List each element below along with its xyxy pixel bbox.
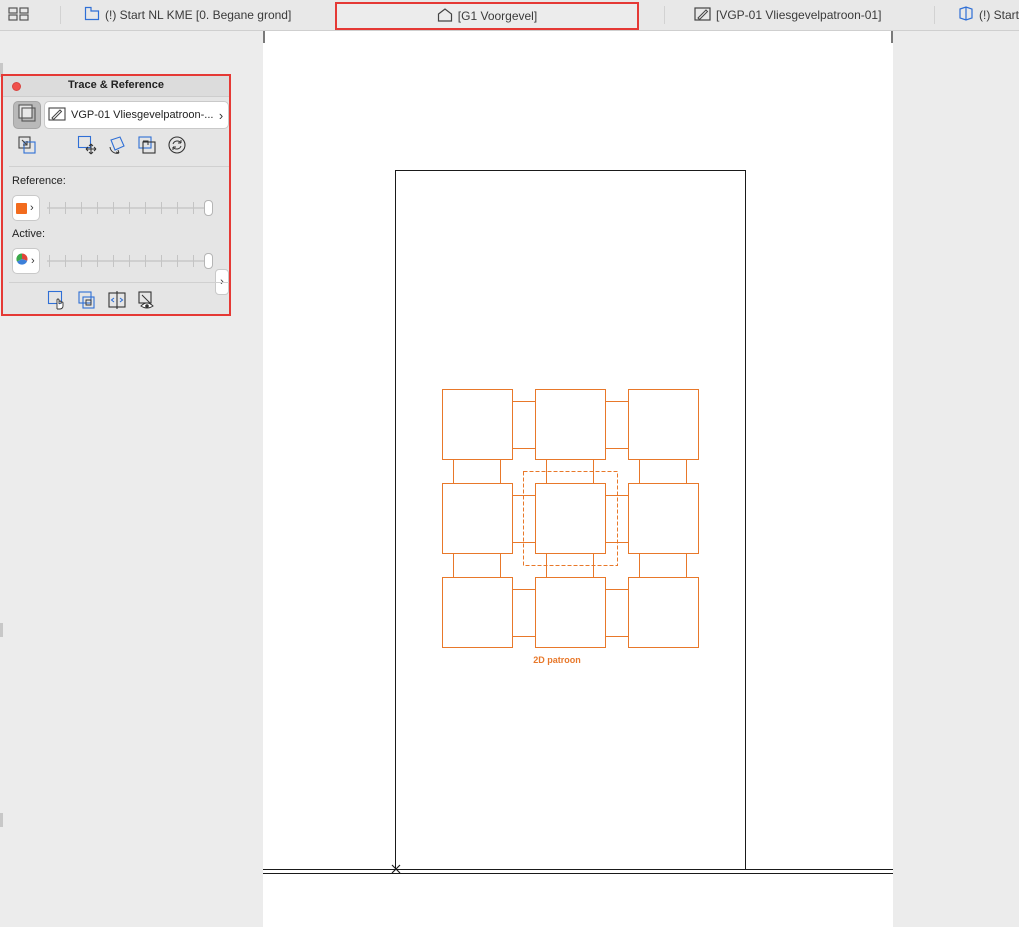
elevation-house-icon <box>437 7 458 25</box>
edge-marker <box>0 623 3 637</box>
pattern-panel <box>442 389 513 460</box>
pattern-connector <box>605 401 629 449</box>
slider-thumb[interactable] <box>204 253 213 269</box>
palette-title: Trace & Reference <box>68 79 164 91</box>
reset-reference-icon <box>167 135 187 160</box>
palette-titlebar[interactable]: Trace & Reference <box>3 76 229 97</box>
edge-marker <box>0 813 3 827</box>
show-hide-reference-icon <box>137 290 157 315</box>
tab-label: (!) Start NL KME [0. Begane grond] <box>105 8 292 22</box>
mirror-reference-button[interactable] <box>137 135 157 160</box>
pattern-panel <box>628 483 699 554</box>
tab-g1-voorgevel[interactable]: [G1 Voorgevel] <box>335 2 639 30</box>
pattern-panel <box>442 483 513 554</box>
select-reference-button[interactable] <box>47 290 67 315</box>
copy-reference-icon <box>77 290 97 315</box>
trace-stack-icon <box>18 103 36 127</box>
pattern-boundary-dashed <box>523 471 618 566</box>
pattern-connector <box>512 589 536 637</box>
pattern-label: 2D patroon <box>533 655 581 665</box>
trace-reference-palette: Trace & Reference VGP-01 Vliesgevelpatro… <box>1 74 231 316</box>
right-sidebar <box>893 31 1019 927</box>
copy-reference-button[interactable] <box>77 290 97 315</box>
compare-reference-button[interactable] <box>107 290 127 315</box>
active-color-button[interactable]: › <box>12 248 40 274</box>
active-label: Active: <box>12 228 46 240</box>
active-opacity-slider[interactable] <box>47 251 213 271</box>
pattern-panel <box>535 483 606 554</box>
tab-vgp-01-vliesgevelpatroon[interactable]: [VGP-01 Vliesgevelpatroon-01] <box>694 0 904 30</box>
pattern-panel <box>535 389 606 460</box>
chevron-right-icon: › <box>30 202 34 214</box>
slider-track <box>47 260 205 262</box>
separator <box>9 166 229 167</box>
reference-source-label: VGP-01 Vliesgevelpatroon-... <box>71 109 214 121</box>
pattern-panel <box>628 577 699 648</box>
slider-thumb[interactable] <box>204 200 213 216</box>
trace-toggle-button[interactable] <box>13 101 41 129</box>
mirror-reference-icon <box>137 135 157 160</box>
grid-view-icon <box>8 6 32 24</box>
view-tab-bar: (!) Start NL KME [0. Begane grond] [G1 V… <box>0 0 1019 31</box>
tab-label: (!) Start <box>979 8 1019 22</box>
tab-overview-grid[interactable] <box>8 0 32 30</box>
curtain-wall-pattern <box>442 389 699 648</box>
elevation-drawing: 2D patroon <box>263 31 893 874</box>
pattern-connector <box>605 589 629 637</box>
tab-label: [VGP-01 Vliesgevelpatroon-01] <box>716 8 882 22</box>
swap-reference-icon <box>17 135 37 160</box>
elevation-canvas[interactable]: 2D patroon <box>263 31 893 927</box>
separator <box>9 282 229 283</box>
reset-reference-button[interactable] <box>167 135 187 160</box>
pattern-connector <box>453 553 501 578</box>
tab-start-3d[interactable]: (!) Start <box>958 0 1019 30</box>
reference-color-button[interactable]: › <box>12 195 40 221</box>
pattern-panel <box>442 577 513 648</box>
chevron-right-icon: › <box>218 107 224 123</box>
worksheet-pencil-icon <box>694 6 716 24</box>
select-reference-hand-icon <box>47 290 67 315</box>
show-hide-reference-button[interactable] <box>137 290 157 315</box>
pattern-connector <box>639 553 687 578</box>
rotate-reference-icon <box>107 135 127 160</box>
reference-source-dropdown[interactable]: VGP-01 Vliesgevelpatroon-... › <box>44 101 229 129</box>
reference-opacity-slider[interactable] <box>47 198 213 218</box>
swap-reference-button[interactable] <box>17 135 37 160</box>
floor-plan-icon <box>84 6 105 24</box>
tab-start-begane-grond[interactable]: (!) Start NL KME [0. Begane grond] <box>84 0 324 30</box>
worksheet-pencil-icon <box>48 106 66 124</box>
pattern-connector <box>453 459 501 484</box>
3d-view-icon <box>958 6 979 24</box>
move-reference-icon <box>77 135 97 160</box>
facade-outline <box>395 170 746 870</box>
rotate-reference-button[interactable] <box>107 135 127 160</box>
pattern-connector <box>639 459 687 484</box>
orange-swatch <box>16 202 27 214</box>
tab-label: [G1 Voorgevel] <box>457 9 538 23</box>
pattern-panel <box>628 389 699 460</box>
color-wheel-icon <box>16 252 28 270</box>
chevron-right-icon: › <box>31 255 35 267</box>
pattern-connector <box>512 401 536 449</box>
reference-label: Reference: <box>12 175 66 187</box>
move-reference-button[interactable] <box>77 135 97 160</box>
pattern-panel <box>535 577 606 648</box>
compare-reference-icon <box>107 290 127 315</box>
slider-track <box>47 207 205 209</box>
